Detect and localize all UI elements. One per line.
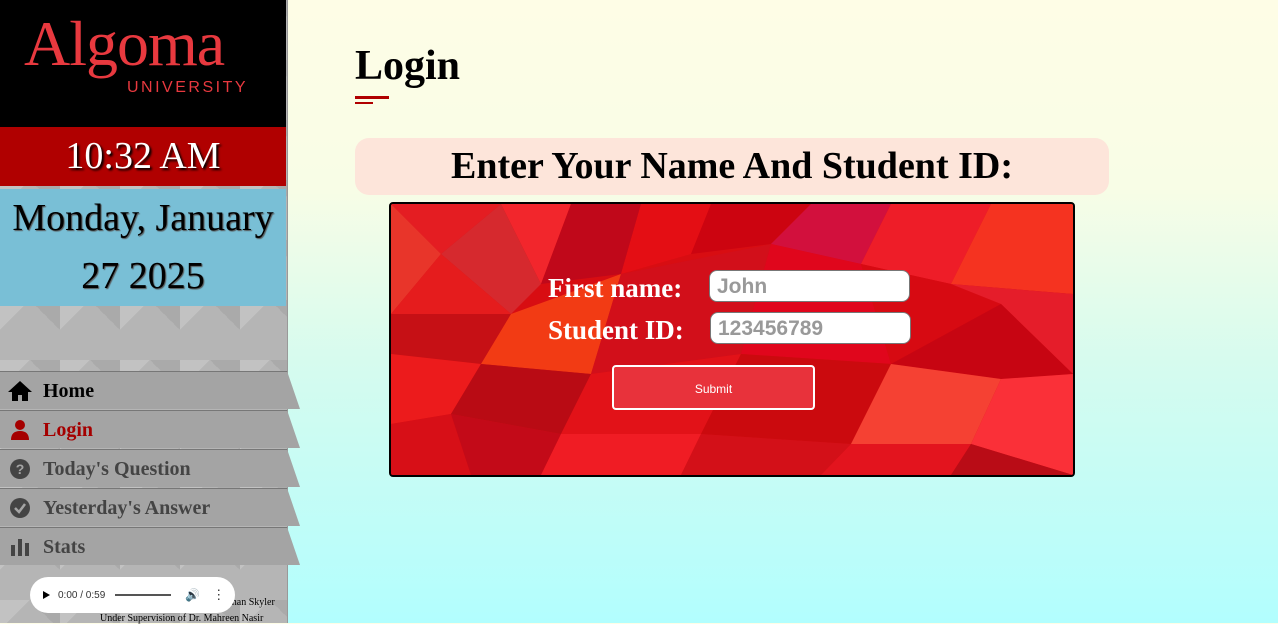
algoma-logo: Algoma UNIVERSITY [0,0,286,127]
svg-text:?: ? [16,461,25,477]
credit-authors: than Skyler [229,597,275,608]
audio-player: 0:00 / 0:59 🔊 ⋮ [30,577,235,613]
nav-item-stats[interactable]: Stats [0,527,300,565]
title-underline-short [355,102,373,104]
audio-progress-bar[interactable] [115,594,172,596]
nav-label-login: Login [43,418,94,441]
question-circle-icon: ? [7,456,33,482]
logo-subtitle: UNIVERSITY [127,79,249,96]
date-display: Monday, January 27 2025 [0,189,286,306]
nav-label-stats: Stats [43,535,86,558]
instructions-banner: Enter Your Name And Student ID: [355,138,1109,195]
credit-supervisor: Under Supervision of Dr. Mahreen Nasir [100,613,264,624]
nav-item-login[interactable]: Login [0,410,300,448]
sidebar: Algoma UNIVERSITY 10:32 AM Monday, Janua… [0,0,300,624]
play-icon[interactable] [43,591,50,599]
home-icon [7,378,33,404]
nav-item-home[interactable]: Home [0,371,300,409]
submit-button[interactable]: Submit [612,365,815,410]
title-underline [355,96,389,99]
user-icon [7,417,33,443]
more-options-icon[interactable]: ⋮ [212,587,225,603]
volume-icon[interactable]: 🔊 [185,588,200,602]
student-id-label: Student ID: [548,315,684,345]
check-circle-icon [7,495,33,521]
nav-item-todays-question[interactable]: ? Today's Question [0,449,300,487]
date-line-1: Monday, January [12,197,274,239]
nav-label-yesterday: Yesterday's Answer [43,496,211,519]
page-title: Login [355,43,461,89]
login-form-panel: First name: John Student ID: 123456789 S… [389,202,1075,477]
nav-label-question: Today's Question [43,457,191,480]
nav-label-home: Home [43,379,95,402]
first-name-label: First name: [548,273,683,303]
date-line-2: 27 2025 [81,255,205,297]
bar-chart-icon [7,534,33,560]
student-id-input[interactable]: 123456789 [710,312,911,344]
logo-wordmark: Algoma [24,8,225,79]
first-name-input[interactable]: John [709,270,910,302]
audio-time: 0:00 / 0:59 [58,589,106,601]
nav-item-yesterdays-answer[interactable]: Yesterday's Answer [0,488,300,526]
clock-display: 10:32 AM [0,127,286,186]
